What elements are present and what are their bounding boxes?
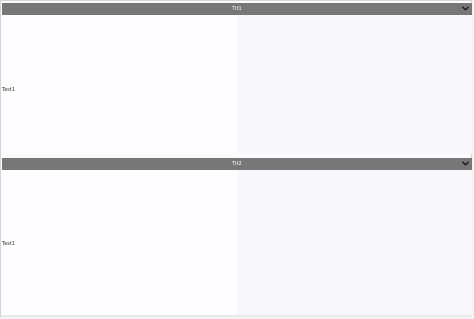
accordion-title-1: Tit1 (232, 6, 242, 12)
accordion-header-2[interactable]: Tit2 (2, 158, 472, 170)
accordion-content-1: Test1 (2, 15, 472, 154)
accordion-panel-2: Tit2 Test1 (2, 158, 472, 315)
panel-body-text-1: Test1 (2, 87, 16, 93)
chevron-down-icon[interactable] (461, 159, 470, 168)
accordion-title-2: Tit2 (232, 161, 242, 167)
accordion-panel-1: Tit1 Test1 (2, 3, 472, 154)
bottom-divider (2, 315, 472, 317)
accordion-container: Tit1 Test1 Tit2 Test1 (0, 0, 472, 317)
accordion-content-2: Test1 (2, 170, 472, 315)
accordion-header-1[interactable]: Tit1 (2, 3, 472, 15)
chevron-down-icon[interactable] (461, 4, 470, 13)
panel-body-text-2: Test1 (2, 241, 16, 247)
